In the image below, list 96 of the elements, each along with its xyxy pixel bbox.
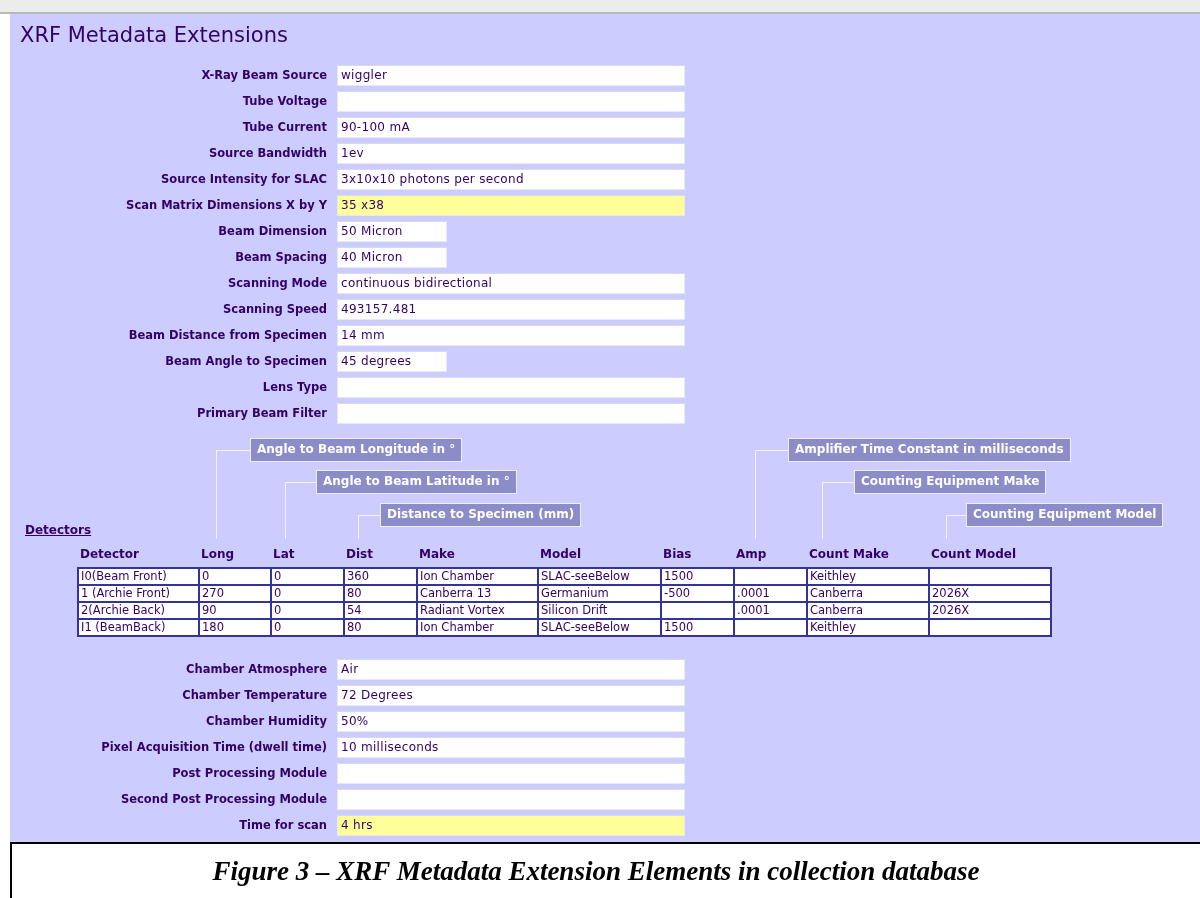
callout-label: Counting Equipment Make bbox=[854, 470, 1047, 494]
table-cell: Ion Chamber bbox=[420, 621, 495, 634]
text-field[interactable]: 50% bbox=[337, 710, 685, 732]
field-label: Time for scan bbox=[238, 818, 327, 832]
table-cell: 360 bbox=[347, 570, 369, 583]
table-cell: 80 bbox=[347, 587, 362, 600]
text-field[interactable]: Air bbox=[337, 658, 685, 680]
table-cell: 180 bbox=[202, 621, 224, 634]
callout-label: Distance to Specimen (mm) bbox=[380, 503, 582, 527]
column-header: Model bbox=[539, 547, 583, 561]
callout-label: Angle to Beam Latitude in ° bbox=[316, 470, 517, 494]
field-label: Beam Angle to Specimen bbox=[164, 354, 327, 368]
field-label: Source Intensity for SLAC bbox=[160, 172, 327, 186]
section-heading: Detectors bbox=[25, 523, 92, 537]
column-header: Detector bbox=[79, 547, 140, 561]
field-label: Pixel Acquisition Time (dwell time) bbox=[100, 740, 327, 754]
column-header: Long bbox=[200, 547, 236, 561]
field-label: Scan Matrix Dimensions X by Y bbox=[125, 198, 327, 212]
table-cell: Radiant Vortex bbox=[420, 604, 505, 617]
text-field[interactable]: 40 Micron bbox=[337, 246, 447, 268]
table-cell: 2(Archie Back) bbox=[81, 604, 166, 617]
text-field[interactable] bbox=[337, 762, 685, 784]
table-cell: 0 bbox=[274, 604, 282, 617]
table-cell: 1500 bbox=[664, 621, 694, 634]
table-cell: -500 bbox=[664, 587, 691, 600]
table-cell: 54 bbox=[347, 604, 362, 617]
field-label: X-Ray Beam Source bbox=[200, 68, 327, 82]
table-cell: 0 bbox=[274, 621, 282, 634]
field-label: Chamber Temperature bbox=[181, 688, 327, 702]
field-label: Source Bandwidth bbox=[207, 146, 327, 160]
field-label: Tube Current bbox=[241, 120, 327, 134]
table-cell: 1 (Archie Front) bbox=[81, 587, 170, 600]
table-cell: 2026X bbox=[932, 604, 970, 617]
field-label: Beam Dimension bbox=[217, 224, 327, 238]
text-field[interactable]: 3x10x10 photons per second bbox=[337, 168, 685, 190]
text-field[interactable]: 50 Micron bbox=[337, 220, 447, 242]
table-cell: I0(Beam Front) bbox=[81, 570, 167, 583]
field-label: Chamber Atmosphere bbox=[185, 662, 327, 676]
figure-caption: Figure 3 – XRF Metadata Extension Elements in collection database bbox=[212, 856, 980, 888]
callout-label: Amplifier Time Constant in milliseconds bbox=[788, 438, 1071, 462]
field-label: Chamber Humidity bbox=[205, 714, 327, 728]
field-label: Beam Distance from Specimen bbox=[127, 328, 327, 342]
table-cell: Canberra 13 bbox=[420, 587, 492, 600]
table-cell: Germanium bbox=[541, 587, 609, 600]
field-label: Beam Spacing bbox=[234, 250, 327, 264]
table-cell: 2026X bbox=[932, 587, 970, 600]
table-cell: 0 bbox=[274, 570, 282, 583]
text-field[interactable]: 35 x38 bbox=[337, 194, 685, 216]
text-field[interactable]: 4 hrs bbox=[337, 814, 685, 836]
table-cell: .0001 bbox=[737, 604, 770, 617]
callout-label: Angle to Beam Longitude in ° bbox=[250, 438, 463, 462]
table-cell: SLAC-seeBelow bbox=[541, 621, 630, 634]
table-cell: 80 bbox=[347, 621, 362, 634]
text-field[interactable]: 45 degrees bbox=[337, 350, 447, 372]
table-cell: Silicon Drift bbox=[541, 604, 608, 617]
table-cell: I1 (BeamBack) bbox=[81, 621, 166, 634]
text-field[interactable]: 493157.481 bbox=[337, 298, 685, 320]
field-label: Post Processing Module bbox=[171, 766, 327, 780]
text-field[interactable]: 1ev bbox=[337, 142, 685, 164]
text-field[interactable]: 72 Degrees bbox=[337, 684, 685, 706]
table-cell: 90 bbox=[202, 604, 217, 617]
table-cell: 0 bbox=[202, 570, 210, 583]
column-header: Bias bbox=[662, 547, 693, 561]
table-cell: Canberra bbox=[810, 587, 864, 600]
table-cell: Keithley bbox=[810, 621, 857, 634]
field-label: Tube Voltage bbox=[241, 94, 327, 108]
text-field[interactable] bbox=[337, 402, 685, 424]
field-label: Scanning Mode bbox=[227, 276, 327, 290]
text-field[interactable]: continuous bidirectional bbox=[337, 272, 685, 294]
text-field[interactable] bbox=[337, 90, 685, 112]
table-cell: .0001 bbox=[737, 587, 770, 600]
table-cell: SLAC-seeBelow bbox=[541, 570, 630, 583]
column-header: Dist bbox=[345, 547, 374, 561]
field-label: Second Post Processing Module bbox=[119, 792, 327, 806]
column-header: Count Model bbox=[930, 547, 1018, 561]
column-header: Count Make bbox=[808, 547, 890, 561]
callout-label: Counting Equipment Model bbox=[966, 503, 1164, 527]
table-cell: Ion Chamber bbox=[420, 570, 495, 583]
table-cell: Canberra bbox=[810, 604, 864, 617]
field-label: Primary Beam Filter bbox=[196, 406, 327, 420]
text-field[interactable] bbox=[337, 376, 685, 398]
table-cell: Keithley bbox=[810, 570, 857, 583]
text-field[interactable]: 14 mm bbox=[337, 324, 685, 346]
text-field[interactable]: 10 milliseconds bbox=[337, 736, 685, 758]
column-header: Amp bbox=[735, 547, 768, 561]
column-header: Make bbox=[418, 547, 456, 561]
table-cell: 1500 bbox=[664, 570, 694, 583]
page-title: XRF Metadata Extensions bbox=[20, 22, 289, 49]
field-label: Lens Type bbox=[261, 380, 327, 394]
table-cell: 0 bbox=[274, 587, 282, 600]
field-label: Scanning Speed bbox=[222, 302, 327, 316]
table-cell: 270 bbox=[202, 587, 224, 600]
text-field[interactable] bbox=[337, 788, 685, 810]
column-header: Lat bbox=[272, 547, 296, 561]
text-field[interactable]: 90-100 mA bbox=[337, 116, 685, 138]
text-field[interactable]: wiggler bbox=[337, 64, 685, 86]
